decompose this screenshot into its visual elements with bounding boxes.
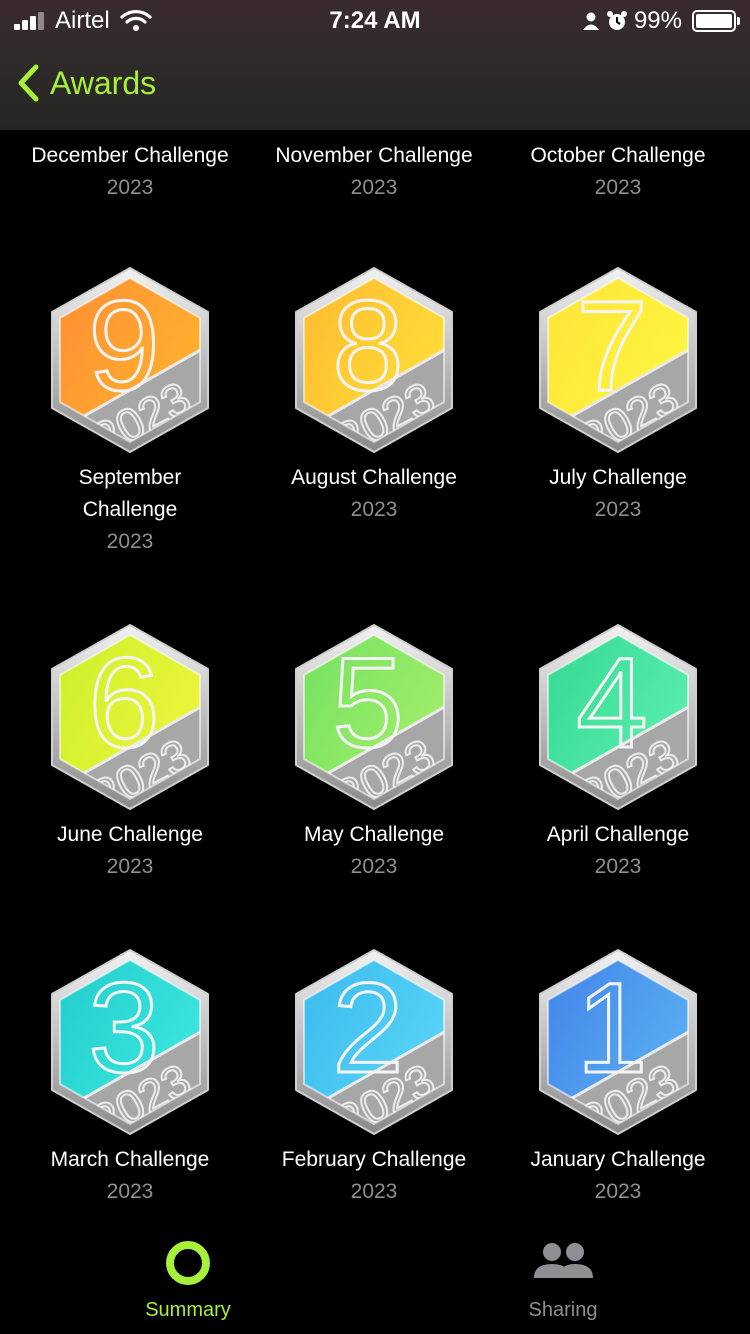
battery-percent: 99% [633, 7, 682, 34]
award-february[interactable]: 2023 2 February Challenge 2023 [252, 944, 496, 1208]
tab-sharing[interactable]: Sharing [463, 1238, 663, 1322]
medal-icon: 20237 [539, 267, 697, 453]
award-title: July Challenge [549, 466, 687, 489]
award-august[interactable]: 2023 8 August Challenge 2023 [252, 262, 496, 526]
back-label: Awards [50, 64, 157, 101]
award-march[interactable]: 2023 3 March Challenge 2023 [8, 944, 252, 1208]
award-title: September Challenge [78, 466, 182, 521]
award-may[interactable]: 2023 5 May Challenge 2023 [252, 619, 496, 883]
back-button[interactable]: Awards [16, 64, 156, 102]
award-july[interactable]: 2023 7 July Challenge 2023 [496, 262, 740, 526]
alarm-icon [606, 11, 627, 30]
award-year: 2023 [106, 530, 154, 553]
battery-icon [692, 10, 740, 32]
medal-icon: 20239 [51, 267, 209, 453]
status-right: 99% [582, 7, 740, 35]
award-year: 2023 [350, 1180, 398, 1203]
chevron-left-icon [18, 64, 39, 102]
award-october[interactable]: October Challenge 2023 [496, 140, 740, 204]
tab-bar: Summary Sharing [0, 1224, 750, 1334]
medal-icon: 20233 [51, 949, 209, 1135]
activity-ring-icon [166, 1241, 210, 1285]
award-title: August Challenge [291, 466, 457, 489]
award-title: December Challenge [31, 144, 229, 167]
nav-bar: Awards [0, 56, 750, 116]
medal-icon: 20234 [539, 624, 697, 810]
award-title: April Challenge [546, 823, 690, 846]
medal-icon: 20235 [295, 624, 453, 810]
award-year: 2023 [594, 176, 642, 199]
award-year: 2023 [350, 498, 398, 521]
medal-icon: 20236 [51, 624, 209, 810]
medal-icon: 20231 [539, 949, 697, 1135]
award-year: 2023 [106, 855, 154, 878]
people-icon [534, 1243, 593, 1278]
medal-icon: 20232 [295, 949, 453, 1135]
award-december[interactable]: December Challenge 2023 [8, 140, 252, 204]
award-january[interactable]: 2023 1 January Challenge 2023 [496, 944, 740, 1208]
person-icon [582, 12, 599, 30]
header: Airtel 7:24 AM 99% Awards [0, 0, 750, 130]
award-title: November Challenge [275, 144, 473, 167]
award-year: 2023 [594, 1180, 642, 1203]
status-bar: Airtel 7:24 AM 99% [0, 0, 750, 40]
award-title: October Challenge [530, 144, 706, 167]
award-year: 2023 [106, 1180, 154, 1203]
award-november[interactable]: November Challenge 2023 [252, 140, 496, 204]
award-title: February Challenge [281, 1148, 467, 1171]
award-year: 2023 [594, 855, 642, 878]
award-year: 2023 [106, 176, 154, 199]
award-year: 2023 [350, 176, 398, 199]
award-title: May Challenge [303, 823, 445, 846]
award-year: 2023 [350, 855, 398, 878]
tab-label: Sharing [528, 1299, 598, 1321]
award-september[interactable]: 2023 9 September Challenge 2023 [8, 262, 252, 558]
award-title: March Challenge [50, 1148, 210, 1171]
award-title: June Challenge [57, 823, 203, 846]
tab-summary[interactable]: Summary [88, 1238, 288, 1322]
tab-label: Summary [145, 1299, 231, 1321]
award-title: January Challenge [530, 1148, 706, 1171]
award-april[interactable]: 2023 4 April Challenge 2023 [496, 619, 740, 883]
medal-icon: 20238 [295, 267, 453, 453]
award-year: 2023 [594, 498, 642, 521]
award-june[interactable]: 2023 6 June Challenge 2023 [8, 619, 252, 883]
